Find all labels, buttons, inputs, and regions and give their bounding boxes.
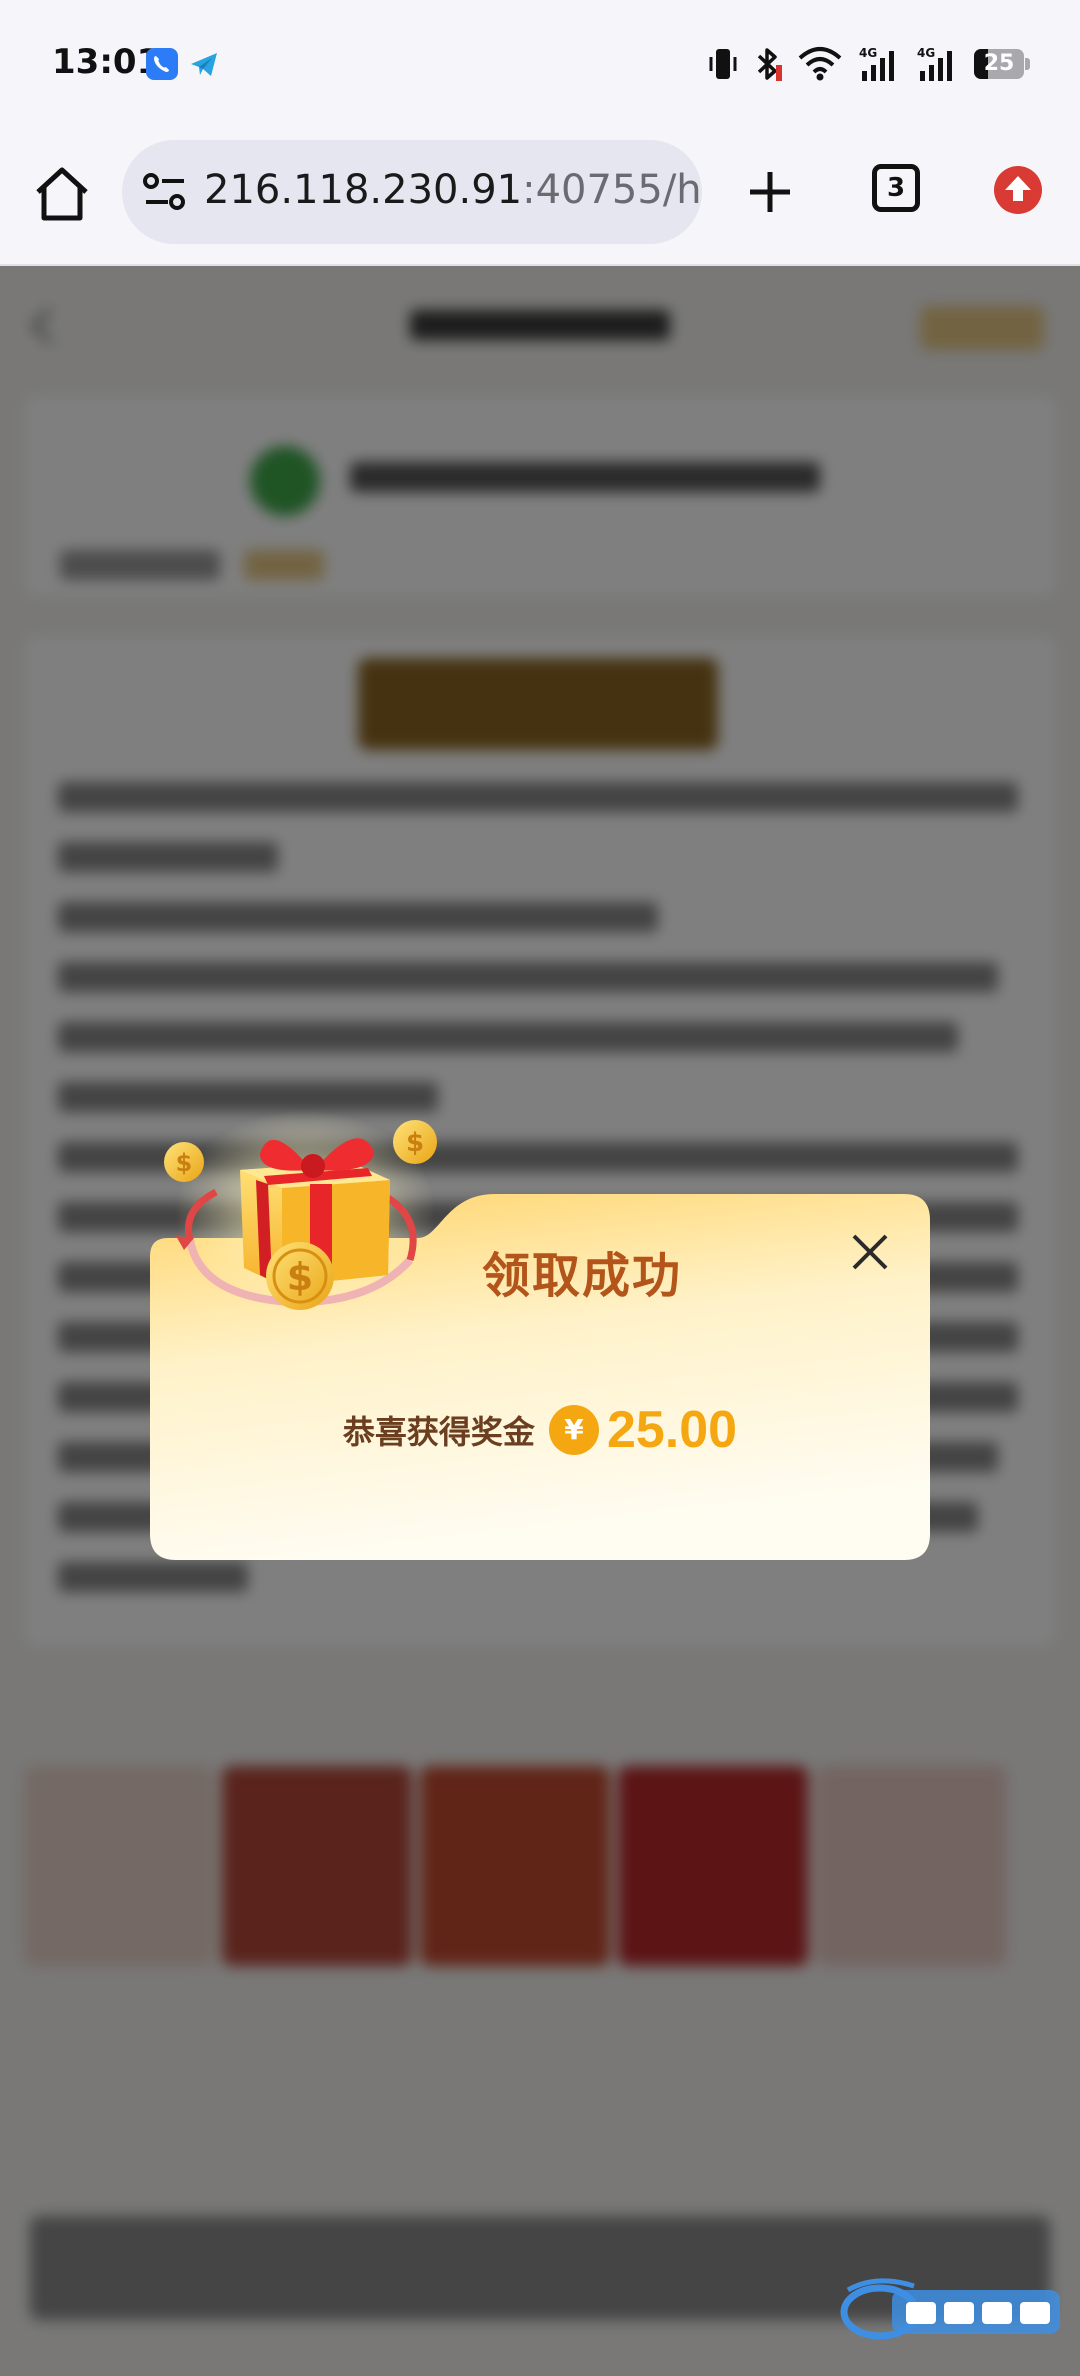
url-host: 216.118.230.91	[204, 167, 523, 213]
svg-text:4G: 4G	[859, 46, 877, 60]
modal-backdrop[interactable]	[0, 266, 1080, 2376]
close-icon[interactable]	[848, 1230, 892, 1274]
status-time: 13:01	[52, 42, 161, 82]
svg-text:4G: 4G	[917, 46, 935, 60]
update-arrow-icon[interactable]	[994, 166, 1042, 214]
phone-app-icon	[146, 48, 178, 80]
browser-toolbar: 216.118.230.91:40755/hor 3	[0, 128, 1080, 266]
home-icon[interactable]	[30, 162, 94, 226]
watermark-logo	[840, 2278, 1060, 2340]
vibrate-icon	[709, 49, 737, 79]
status-bar: 13:01 4G 4G 25	[0, 0, 1080, 128]
signal-4g-icon: 4G	[859, 46, 894, 81]
url-path: :40755/hor	[522, 167, 702, 213]
bluetooth-icon	[757, 48, 782, 81]
wifi-icon	[798, 47, 842, 81]
battery-level: 25	[983, 51, 1015, 76]
telegram-app-icon	[188, 48, 220, 80]
address-bar[interactable]: 216.118.230.91:40755/hor	[122, 140, 702, 244]
battery-indicator: 25	[974, 49, 1030, 79]
plus-icon[interactable]	[738, 160, 802, 224]
status-icons: 4G 4G 25	[708, 44, 1030, 84]
url-text: 216.118.230.91:40755/hor	[204, 167, 702, 213]
tab-switcher-button[interactable]: 3	[872, 164, 920, 212]
site-settings-icon[interactable]	[142, 170, 188, 214]
signal-4g-icon-2: 4G	[917, 46, 952, 81]
